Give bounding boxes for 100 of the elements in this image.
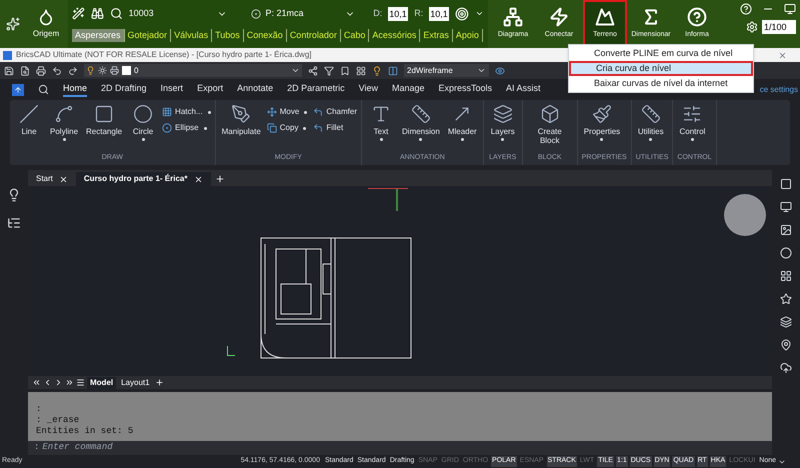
pin-icon[interactable] bbox=[780, 339, 792, 351]
square-icon[interactable] bbox=[780, 178, 792, 190]
ribbon-tool-button[interactable]: Mleader bbox=[446, 104, 479, 141]
category-tab[interactable]: Tubos bbox=[212, 28, 244, 42]
ribbon-small-tool[interactable]: Move bbox=[266, 106, 308, 118]
crosshair-marker bbox=[368, 188, 408, 189]
star-icon[interactable] bbox=[780, 293, 792, 305]
mountain-icon bbox=[595, 7, 615, 28]
grid-icon[interactable] bbox=[780, 270, 792, 282]
category-tab[interactable]: Gotejador bbox=[124, 28, 172, 42]
document-tab[interactable]: Curso hydro parte 1- Érica* bbox=[76, 172, 210, 186]
previous-icon[interactable] bbox=[43, 378, 52, 387]
ribbon-small-tool[interactable]: Copy bbox=[266, 122, 308, 134]
ribbon-tool-button[interactable]: Layers bbox=[488, 104, 518, 141]
category-tab[interactable]: Acessórios bbox=[369, 28, 420, 42]
tree-icon[interactable] bbox=[7, 216, 21, 230]
pressure-dropdown[interactable]: P: 21mca bbox=[251, 6, 356, 20]
ribbon-tool-button[interactable]: Polyline bbox=[48, 104, 80, 141]
move-icon bbox=[266, 107, 277, 117]
last-icon[interactable] bbox=[65, 378, 74, 387]
ribbon-tool-button[interactable]: Circle bbox=[128, 104, 158, 141]
menu-icon[interactable] bbox=[76, 378, 85, 387]
next-icon[interactable] bbox=[54, 378, 63, 387]
ribbon-tab[interactable]: Annotate bbox=[237, 82, 274, 98]
ruler-icon bbox=[640, 104, 661, 124]
circle-icon bbox=[133, 104, 154, 124]
ribbon-tab[interactable]: View bbox=[358, 82, 378, 98]
category-tab[interactable]: Cabo bbox=[340, 28, 370, 42]
ribbon-tab[interactable]: ExpressTools bbox=[438, 82, 492, 98]
ribbon-tab[interactable]: Manage bbox=[392, 82, 425, 98]
layers-icon[interactable] bbox=[780, 316, 792, 328]
first-icon[interactable] bbox=[32, 378, 41, 387]
ribbon-tab[interactable]: Home bbox=[63, 82, 88, 98]
grid-icon[interactable] bbox=[356, 66, 366, 76]
ribbon-small-tool[interactable]: Fillet bbox=[313, 122, 358, 134]
undo-icon[interactable] bbox=[52, 66, 62, 76]
menu-item[interactable]: Converte PLINE em curva de nível bbox=[569, 46, 753, 61]
layer-dropdown[interactable]: 0 bbox=[84, 64, 302, 77]
category-tab[interactable]: Conexão bbox=[244, 28, 287, 42]
category-tab[interactable]: Extras bbox=[420, 28, 453, 42]
command-field[interactable]: Enter command bbox=[42, 441, 772, 455]
add-tab-icon[interactable] bbox=[214, 174, 224, 184]
target-icon[interactable] bbox=[455, 6, 470, 20]
ribbon-small-tool[interactable]: Ellipse bbox=[162, 122, 211, 134]
caret-icon bbox=[477, 66, 486, 75]
search-icon[interactable] bbox=[38, 84, 49, 95]
menu-item[interactable]: Baixar curvas de nível da internet bbox=[569, 76, 753, 91]
ribbon-tab[interactable]: Insert bbox=[160, 82, 184, 98]
category-tab[interactable]: Apoio bbox=[452, 28, 483, 42]
image-icon[interactable] bbox=[780, 224, 792, 236]
ribbon-tab[interactable]: 2D Drafting bbox=[101, 82, 147, 98]
origin-button[interactable]: Origem bbox=[26, 0, 66, 48]
ribbon-tool-button[interactable]: Manipulate bbox=[220, 104, 263, 141]
help-icon[interactable] bbox=[740, 3, 752, 15]
workspace-settings-link[interactable]: ce settings bbox=[760, 84, 798, 96]
category-tab[interactable]: Válvulas bbox=[171, 28, 212, 42]
ribbon-tab[interactable]: 2D Parametric bbox=[287, 82, 345, 98]
viewport-icon[interactable] bbox=[388, 66, 398, 76]
binoculars-icon[interactable] bbox=[90, 7, 104, 20]
category-tab[interactable]: Controlador bbox=[286, 28, 341, 42]
printer-icon[interactable] bbox=[36, 66, 46, 76]
scale-field[interactable]: 1/100 bbox=[762, 20, 796, 34]
ribbon-tab[interactable]: AI Assist bbox=[506, 82, 541, 98]
category-tab[interactable]: Aspersores bbox=[72, 28, 125, 42]
bulb-icon[interactable] bbox=[7, 188, 21, 202]
settings-icon[interactable] bbox=[746, 21, 758, 33]
close-icon[interactable] bbox=[778, 50, 787, 60]
diameter-field[interactable]: 10,1 bbox=[388, 6, 408, 20]
ribbon-small-tool[interactable]: Chamfer bbox=[313, 106, 358, 118]
layout-tab[interactable]: Model bbox=[87, 376, 116, 388]
visual-style-dropdown[interactable]: 2dWireframe bbox=[404, 64, 489, 77]
ribbon-tool-button[interactable]: Properties bbox=[582, 104, 622, 141]
app-menu-icon[interactable] bbox=[12, 84, 24, 96]
ribbon-tool-button[interactable]: Control bbox=[677, 104, 708, 141]
search-icon[interactable] bbox=[110, 7, 123, 20]
ucs-icon bbox=[227, 346, 235, 356]
pipe-dropdown[interactable]: 10003 bbox=[128, 6, 228, 20]
cloud-upload-icon[interactable] bbox=[780, 362, 792, 374]
menu-item[interactable]: Cria curva de nível bbox=[569, 61, 753, 76]
monitor-icon[interactable] bbox=[784, 3, 796, 15]
ribbon-tool-button[interactable]: Rectangle bbox=[84, 104, 124, 141]
ribbon-tool-button[interactable]: Create Block bbox=[526, 104, 573, 150]
layout-tab[interactable]: Layout1 bbox=[118, 376, 153, 388]
radius-field[interactable]: 10,1 bbox=[429, 6, 450, 20]
navigation-wheel[interactable] bbox=[724, 194, 766, 236]
redo-icon[interactable] bbox=[68, 66, 78, 76]
bulb-icon[interactable] bbox=[372, 66, 382, 76]
file-icon[interactable] bbox=[20, 66, 30, 76]
line-icon bbox=[19, 104, 39, 124]
circle-icon[interactable] bbox=[780, 247, 792, 259]
ribbon-small-tool[interactable]: Hatch... bbox=[162, 106, 211, 118]
ribbon-tool-button[interactable]: Text bbox=[366, 104, 396, 141]
add-layout-icon[interactable] bbox=[154, 378, 164, 387]
ribbon-tool-button[interactable]: Utilities bbox=[636, 104, 666, 141]
monitor-icon[interactable] bbox=[780, 201, 792, 213]
ribbon-tool-button[interactable]: Line bbox=[14, 104, 44, 141]
save-icon[interactable] bbox=[4, 66, 14, 76]
filter-icon[interactable] bbox=[324, 66, 334, 76]
ribbon-tab[interactable]: Export bbox=[197, 82, 224, 98]
ribbon-tool-button[interactable]: Dimension bbox=[400, 104, 442, 141]
